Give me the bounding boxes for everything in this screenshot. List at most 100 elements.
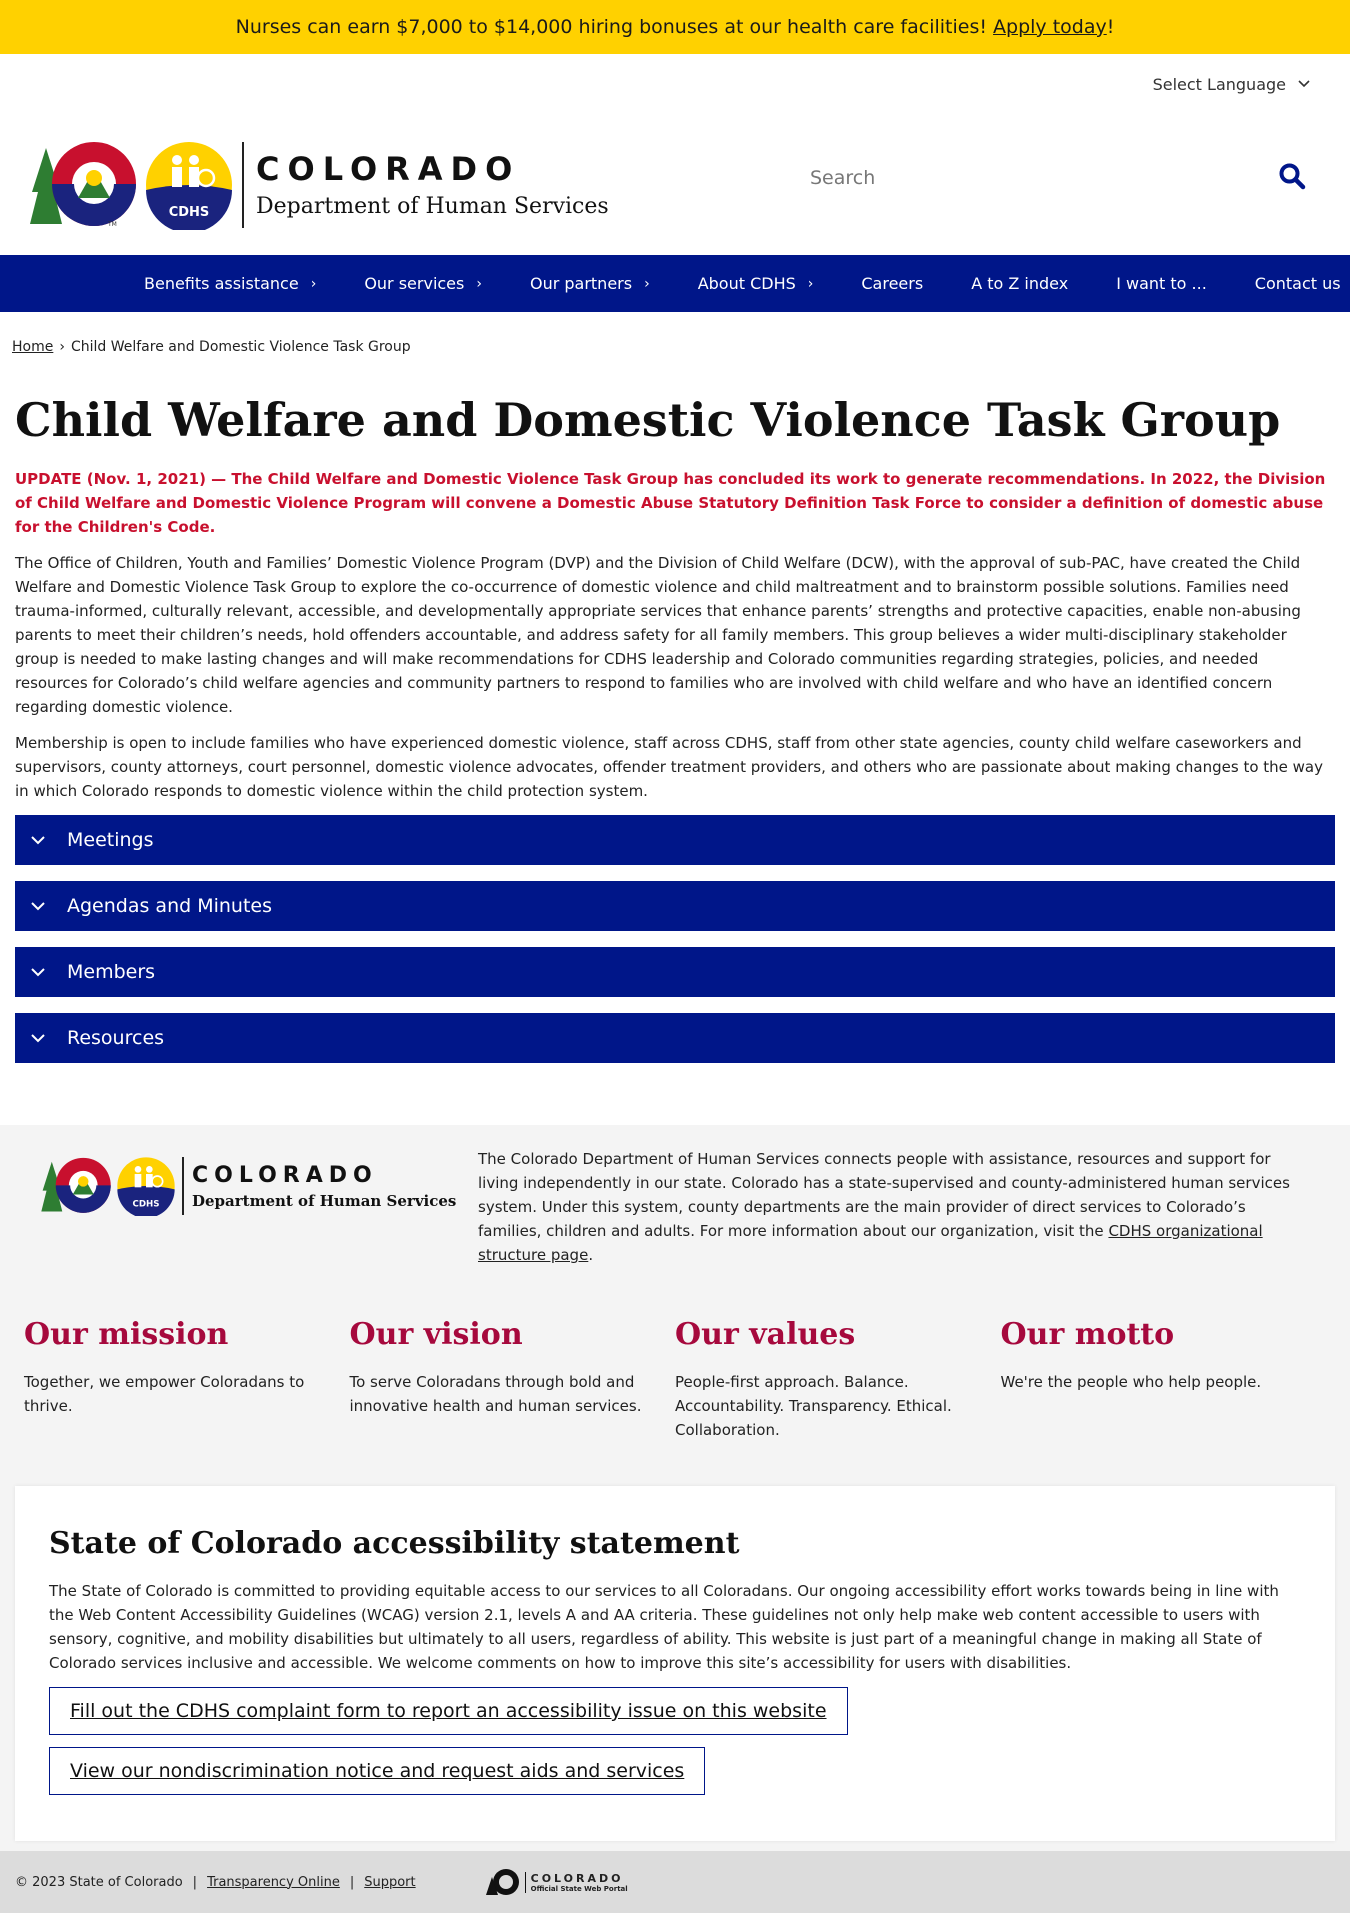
mission-column: Our mission Together, we empower Colorad… [24, 1317, 350, 1442]
transparency-online-link[interactable]: Transparency Online [207, 1875, 340, 1890]
breadcrumb-home-link[interactable]: Home [12, 339, 53, 355]
values-column: Our values People-first approach. Balanc… [675, 1317, 1001, 1442]
accessibility-title: State of Colorado accessibility statemen… [49, 1526, 740, 1561]
hiring-banner: Nurses can earn $7,000 to $14,000 hiring… [0, 0, 1350, 54]
nav-about-cdhs[interactable]: About CDHS › [698, 274, 814, 293]
banner-text: Nurses can earn $7,000 to $14,000 hiring… [235, 16, 987, 38]
motto-text: We're the people who help people. [1000, 1373, 1262, 1391]
accordion-meetings[interactable]: Meetings [15, 815, 1335, 865]
nav-careers[interactable]: Careers [861, 274, 923, 293]
site-header: TM CDHS COLORADO Department of Human Ser… [0, 114, 1350, 255]
language-row: Select Language [0, 54, 1350, 114]
page-title: Child Welfare and Domestic Violence Task… [15, 393, 1281, 447]
cdhs-logo[interactable]: TM CDHS COLORADO Department of Human Ser… [28, 140, 609, 230]
colorado-c-logo-icon [41, 1157, 111, 1213]
chevron-down-icon [31, 901, 53, 911]
colorado-portal-icon [485, 1869, 519, 1895]
nav-label: I want to ... [1116, 274, 1207, 293]
accordion-label: Resources [67, 1027, 165, 1049]
values-heading: Our values [675, 1317, 856, 1352]
nav-label: Careers [861, 274, 924, 293]
separator: | [349, 1874, 355, 1890]
accordion-resources[interactable]: Resources [15, 1013, 1335, 1063]
footer-description: The Colorado Department of Human Service… [478, 1147, 1298, 1267]
mission-text: Together, we empower Coloradans to thriv… [24, 1373, 305, 1415]
apply-today-link[interactable]: Apply today [993, 16, 1107, 38]
vision-text: To serve Coloradans through bold and inn… [349, 1373, 642, 1415]
footer-logo-dept: Department of Human Services [192, 1191, 457, 1210]
portal-name: COLORADO [530, 1871, 624, 1885]
mission-heading: Our mission [24, 1317, 229, 1352]
accordion-label: Agendas and Minutes [67, 895, 273, 917]
nav-label: Contact us [1254, 274, 1341, 293]
accordion-label: Members [67, 961, 156, 983]
accordion-agendas-minutes[interactable]: Agendas and Minutes [15, 881, 1335, 931]
membership-paragraph: Membership is open to include families w… [15, 734, 1323, 800]
update-notice: UPDATE (Nov. 1, 2021) — The Child Welfar… [15, 470, 1326, 536]
footer-logo-state: COLORADO [192, 1162, 378, 1188]
nav-label: Our partners [529, 274, 633, 293]
accordion-label: Meetings [67, 829, 154, 851]
colorado-c-logo-icon: TM [30, 141, 136, 228]
main-content: Child Welfare and Domestic Violence Task… [0, 393, 1350, 1063]
cdhs-badge-icon: CDHS [117, 1157, 175, 1216]
values-row: Our mission Together, we empower Colorad… [0, 1267, 1350, 1486]
nav-i-want-to[interactable]: I want to ... [1116, 274, 1207, 293]
cdhs-badge-icon: CDHS [146, 141, 232, 230]
chevron-down-icon [31, 967, 53, 977]
chevron-down-icon [1298, 77, 1310, 91]
portal-subtitle: Official State Web Portal [530, 1884, 628, 1893]
chevron-right-icon: › [476, 275, 482, 292]
footer-description-end: . [588, 1246, 594, 1264]
motto-column: Our motto We're the people who help peop… [1001, 1317, 1327, 1442]
support-link[interactable]: Support [364, 1875, 415, 1890]
copyright: © 2023 State of Colorado [15, 1874, 183, 1890]
complaint-form-button[interactable]: Fill out the CDHS complaint form to repo… [49, 1687, 848, 1735]
footer-logo-badge-text: CDHS [132, 1200, 159, 1210]
chevron-right-icon: › [807, 275, 814, 292]
chevron-right-icon: › [310, 275, 317, 292]
nav-a-to-z-index[interactable]: A to Z index [971, 274, 1068, 293]
nav-label: A to Z index [971, 274, 1069, 293]
main-nav: Benefits assistance › Our services › Our p… [0, 255, 1350, 312]
nav-label: Our services [364, 274, 465, 293]
nondiscrimination-button[interactable]: View our nondiscrimination notice and re… [49, 1747, 706, 1795]
nav-label: About CDHS [697, 274, 796, 293]
state-portal-logo[interactable]: COLORADO Official State Web Portal [484, 1867, 628, 1897]
accessibility-text: The State of Colorado is committed to pr… [49, 1582, 1279, 1672]
motto-heading: Our motto [1000, 1317, 1175, 1352]
values-text: People-first approach. Balance. Accounta… [675, 1373, 952, 1439]
logo-divider [182, 1157, 184, 1215]
bottom-bar: © 2023 State of Colorado | Transparency … [0, 1851, 1350, 1913]
logo-state-name: COLORADO [256, 150, 521, 188]
chevron-right-icon: › [644, 275, 650, 292]
search-box [810, 146, 1330, 210]
svg-text:TM: TM [107, 221, 117, 228]
vision-column: Our vision To serve Coloradans through b… [350, 1317, 676, 1442]
separator: | [192, 1874, 198, 1890]
vision-heading: Our vision [349, 1317, 523, 1352]
logo-divider [242, 141, 244, 228]
accordion-members[interactable]: Members [15, 947, 1335, 997]
chevron-down-icon [31, 1033, 53, 1043]
banner-text-end: ! [1106, 16, 1115, 38]
language-select-label: Select Language [1152, 74, 1286, 94]
site-footer: CDHS COLORADO Department of Human Servic… [0, 1125, 1350, 1913]
nav-label: Benefits assistance [144, 274, 299, 293]
chevron-down-icon [31, 835, 53, 845]
intro-paragraph: The Office of Children, Youth and Famili… [15, 554, 1301, 716]
nav-our-partners[interactable]: Our partners › [530, 274, 650, 293]
search-icon[interactable] [1278, 162, 1306, 194]
nav-our-services[interactable]: Our services › [364, 274, 482, 293]
nav-contact-us[interactable]: Contact us [1255, 274, 1341, 293]
language-select[interactable]: Select Language [1153, 75, 1310, 94]
breadcrumb: Home › Child Welfare and Domestic Violence… [0, 312, 1350, 388]
breadcrumb-separator: › [59, 339, 65, 355]
accessibility-statement: State of Colorado accessibility statemen… [15, 1486, 1335, 1841]
footer-cdhs-logo[interactable]: CDHS COLORADO Department of Human Servic… [40, 1147, 478, 1225]
search-input[interactable] [810, 167, 1250, 189]
nav-benefits-assistance[interactable]: Benefits assistance › [144, 274, 316, 293]
breadcrumb-current: Child Welfare and Domestic Violence Task… [70, 339, 411, 355]
logo-badge-text: CDHS [169, 205, 210, 220]
logo-dept-name: Department of Human Services [256, 194, 609, 219]
